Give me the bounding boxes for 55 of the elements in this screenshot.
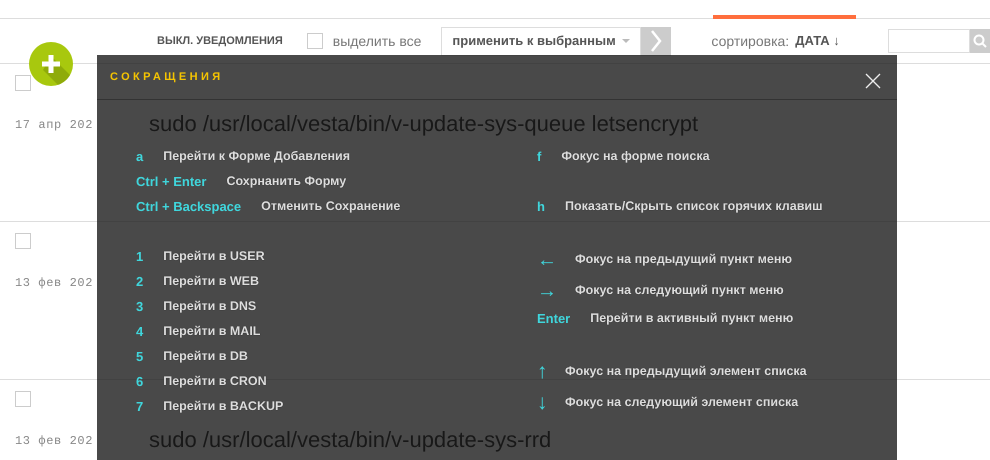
shortcut-description: Фокус на предыдущий элемент списка — [565, 363, 807, 380]
row-checkbox[interactable] — [15, 233, 31, 249]
shortcut-description: Фокус на следующий пункт меню — [575, 282, 784, 300]
shortcut-description: Отменить Сохранение — [261, 198, 400, 216]
job-date: 17 апр 202 — [15, 118, 94, 132]
shortcut-description: Перейти в CRON — [163, 373, 267, 390]
shortcut-key: Enter — [537, 308, 570, 328]
shortcut-description: Перейти в USER — [163, 248, 265, 266]
sort-label: сортировка: — [711, 32, 790, 51]
shortcut-key: ← — [537, 244, 555, 274]
shortcut-key: 6 — [136, 372, 144, 392]
search-icon — [973, 34, 987, 48]
shortcut-description: Перейти в WEB — [163, 273, 260, 290]
search-field[interactable] — [888, 29, 970, 53]
shortcut-description: Перейти в MAIL — [163, 323, 260, 340]
dialog-title: СОКРАЩЕНИЯ — [110, 70, 224, 85]
apply-button[interactable] — [641, 26, 672, 56]
shortcut-description: Перейти в активный пункт меню — [590, 310, 794, 328]
shortcut-key: 7 — [136, 396, 144, 416]
shortcut-key: ↓ — [537, 386, 545, 418]
shortcut-key: 3 — [136, 296, 144, 316]
shortcut-key: 5 — [136, 346, 144, 366]
shortcut-description: Перейти к Форме Добавления — [163, 148, 350, 166]
shortcut-key: 2 — [136, 272, 144, 292]
shortcut-description: Фокус на предыдущий пункт меню — [575, 251, 792, 268]
search-button[interactable] — [970, 29, 990, 53]
shortcut-key: a — [136, 146, 144, 166]
shortcut-key: 1 — [136, 246, 144, 266]
shortcut-key: ↑ — [537, 356, 545, 388]
select-all-checkbox[interactable] — [306, 33, 323, 49]
shortcut-key: Ctrl + Enter — [136, 172, 206, 192]
sort-value-link[interactable]: ДАТА ↓ — [795, 31, 840, 51]
shortcut-key: h — [537, 196, 545, 216]
row-checkbox[interactable] — [15, 391, 31, 407]
shortcut-key: 4 — [136, 322, 144, 342]
shortcut-description: Перейти в BACKUP — [163, 398, 284, 416]
shortcut-description: Сохрнанить Форму — [226, 173, 346, 190]
row-checkbox[interactable] — [15, 75, 31, 91]
shortcut-description: Фокус на следующий элемент списка — [565, 394, 798, 412]
caret-icon — [622, 39, 630, 43]
job-date: 13 фев 202 — [15, 276, 94, 290]
job-date: 13 фев 202 — [15, 434, 94, 448]
chevron-right-icon — [650, 30, 662, 52]
notifications-toggle-link[interactable]: ВЫКЛ. УВЕДОМЛЕНИЯ — [157, 32, 283, 50]
shortcut-description: Показать/Скрыть список горячих клавиш — [564, 198, 822, 216]
shortcut-description: Перейти в DB — [163, 348, 248, 366]
shortcut-key: → — [537, 276, 555, 306]
shortcut-key: f — [537, 146, 542, 166]
plus-icon — [29, 42, 73, 86]
add-button[interactable] — [29, 42, 73, 86]
shortcut-description: Фокус на форме поиска — [561, 148, 710, 166]
close-icon — [865, 72, 881, 89]
shortcut-key: Ctrl + Backspace — [136, 196, 242, 216]
select-all-label[interactable]: выделить все — [332, 30, 422, 52]
shortcut-description: Перейти в DNS — [163, 298, 256, 316]
